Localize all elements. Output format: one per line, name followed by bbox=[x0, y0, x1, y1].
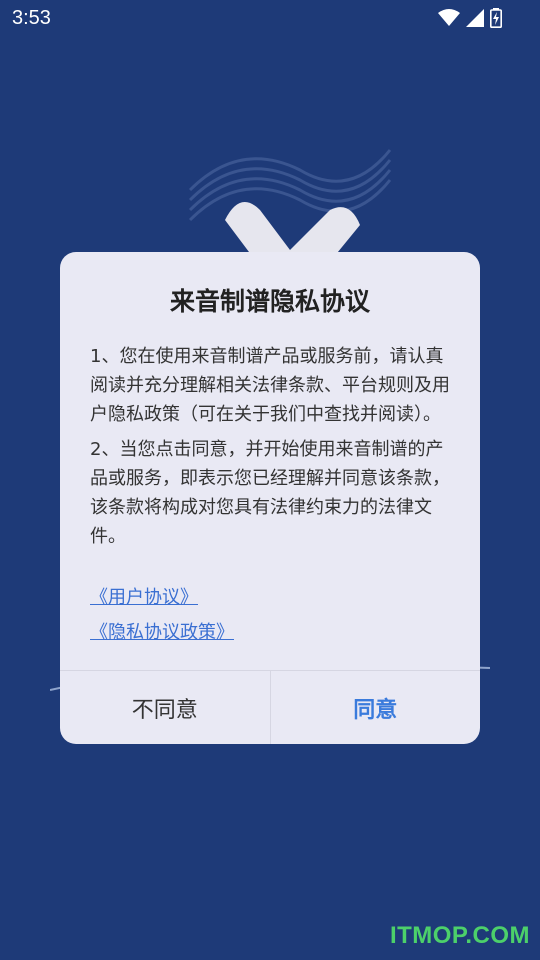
paragraph-1: 1、您在使用来音制谱产品或服务前，请认真阅读并充分理解相关法律条款、平台规则及用… bbox=[90, 346, 450, 425]
privacy-policy-link[interactable]: 《隐私协议政策》 bbox=[90, 621, 234, 645]
dialog-title: 来音制谱隐私协议 bbox=[169, 287, 370, 316]
agree-button[interactable]: 同意 bbox=[271, 671, 481, 744]
user-agreement-link[interactable]: 《用户协议》 bbox=[90, 586, 198, 610]
cellular-signal-icon bbox=[466, 9, 484, 27]
dialog-body: 1、您在使用来音制谱产品或服务前，请认真阅读并充分理解相关法律条款、平台规则及用… bbox=[90, 342, 452, 557]
dialog-buttons: 不同意 同意 bbox=[60, 670, 480, 744]
paragraph-2: 2、当您点击同意，并开始使用来音制谱的产品或服务，即表示您已经理解并同意该条款，… bbox=[90, 439, 450, 547]
watermark: ITMOP.COM bbox=[389, 922, 530, 949]
privacy-dialog: 来音制谱隐私协议 1、您在使用来音制谱产品或服务前，请认真阅读并充分理解相关法律… bbox=[60, 252, 480, 744]
status-bar: 3:53 bbox=[0, 0, 540, 38]
battery-charging-icon bbox=[490, 8, 502, 28]
status-time: 3:53 bbox=[12, 7, 51, 29]
wifi-icon bbox=[438, 9, 460, 27]
disagree-button[interactable]: 不同意 bbox=[60, 671, 271, 744]
status-icons bbox=[438, 7, 502, 29]
